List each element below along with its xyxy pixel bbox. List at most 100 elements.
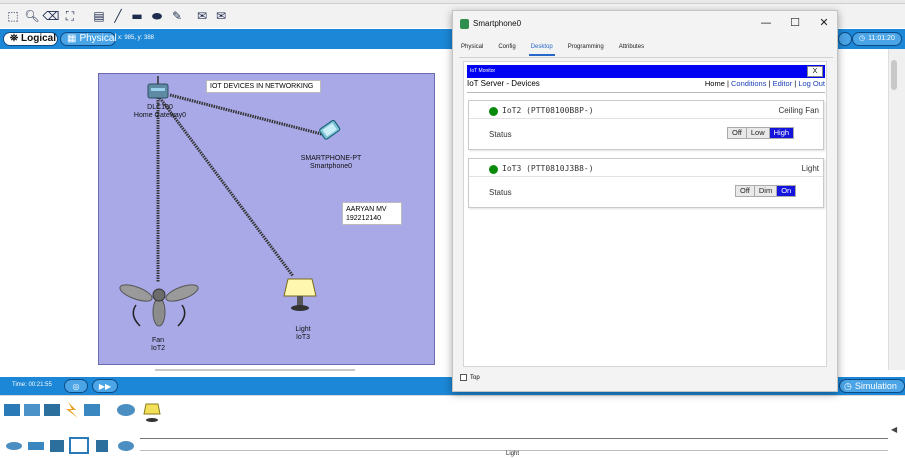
iot-monitor-titlebar: IoT Monitor X	[467, 65, 825, 78]
device-type: Ceiling Fan	[778, 106, 819, 115]
end-devices-icon[interactable]	[24, 404, 40, 416]
note-icon[interactable]: ▤	[92, 10, 106, 22]
iot-monitor-title: IoT Monitor	[470, 68, 496, 74]
nav-logout[interactable]: Log Out	[798, 79, 825, 88]
tab-divider	[459, 57, 833, 58]
network-devices-icon[interactable]	[4, 404, 20, 416]
draw-line-icon[interactable]: ╱	[111, 10, 125, 22]
top-checkbox[interactable]: Top	[460, 374, 480, 381]
physical-icon: ▦	[67, 33, 77, 44]
tab-attributes[interactable]: Attributes	[617, 44, 646, 56]
wan-emulation-icon[interactable]	[118, 441, 134, 451]
sim-time: Time: 00:21:55	[12, 382, 52, 388]
online-status-dot	[489, 165, 498, 174]
clock-icon: ◷	[859, 35, 866, 42]
fast-forward-icon: ▶▶	[98, 381, 112, 391]
smartphone-window: Smartphone0 — ☐ ✕ Physical Config Deskto…	[452, 10, 838, 392]
components-icon[interactable]	[44, 404, 60, 416]
note-author[interactable]: AARYAN MV 192212140	[342, 202, 402, 225]
window-tabs: Physical Config Desktop Programming Attr…	[459, 44, 646, 56]
scrollbar-thumb[interactable]	[891, 60, 897, 90]
stopwatch-icon: ◷	[844, 380, 852, 391]
multiuser-icon[interactable]	[117, 404, 135, 416]
device-card-light[interactable]: IoT3 (PTT0810J3B8-) Light Status Off Dim…	[468, 158, 824, 208]
iot-close-button[interactable]: X	[807, 66, 823, 77]
maximize-button[interactable]: ☐	[787, 16, 803, 30]
iot-header-title: IoT Server - Devices	[467, 79, 540, 88]
light-on-button[interactable]: On	[777, 186, 796, 196]
cursor-coordinates: x: 985, y: 388	[118, 35, 155, 41]
complex-pdu-icon[interactable]: ✉	[214, 10, 228, 22]
device-category-icons	[4, 402, 161, 454]
light-state-selector: Off Dim On	[735, 185, 797, 197]
light-off-button[interactable]: Off	[736, 186, 755, 196]
select-icon[interactable]: ⬚	[6, 10, 20, 22]
status-label: Status	[489, 130, 512, 139]
iot-header: IoT Server - Devices Home | Conditions |…	[467, 79, 825, 91]
freeform-icon[interactable]: ✎	[170, 10, 184, 22]
tab-physical[interactable]: ▦ Physical	[60, 32, 117, 46]
palette-selected-label: Light	[506, 451, 520, 457]
security-icon[interactable]	[96, 440, 108, 452]
ellipse-icon[interactable]: ⬬	[150, 10, 164, 22]
connections-icon[interactable]	[66, 402, 78, 418]
simulation-mode-button[interactable]: ◷ Simulation	[839, 379, 905, 393]
nav-conditions[interactable]: Conditions	[731, 79, 766, 88]
reset-icon: ◎	[72, 381, 80, 391]
scroll-left-icon[interactable]: ◀	[891, 425, 897, 434]
online-status-dot	[489, 107, 498, 116]
light-dim-button[interactable]: Dim	[754, 186, 778, 196]
hub-icon[interactable]	[50, 440, 64, 452]
router-icon[interactable]	[6, 442, 22, 450]
fast-forward-button[interactable]: ▶▶	[92, 379, 118, 393]
device-name: IoT2 (PTT08100B8P-)	[502, 106, 594, 115]
fan-high-button[interactable]: High	[769, 128, 794, 138]
device-type: Light	[801, 164, 819, 173]
note-title[interactable]: IOT DEVICES IN NETWORKING	[206, 80, 321, 93]
close-button[interactable]: ✕	[816, 16, 832, 30]
tab-programming[interactable]: Programming	[566, 44, 606, 56]
tab-config[interactable]: Config	[496, 44, 517, 56]
header-divider	[467, 92, 825, 93]
tab-logical[interactable]: ⛯ Logical	[3, 32, 58, 46]
iot-monitor-panel: IoT Monitor X IoT Server - Devices Home …	[463, 61, 827, 367]
card-divider	[469, 118, 823, 119]
pdu-icon[interactable]: ✉	[195, 10, 209, 22]
tab-physical-config[interactable]: Physical	[459, 44, 485, 56]
palette-light-icon[interactable]	[143, 403, 161, 415]
top-checkbox-label: Top	[470, 374, 480, 381]
vertical-scrollbar[interactable]	[888, 49, 905, 370]
palette-divider	[140, 438, 888, 439]
horizontal-scrollbar[interactable]	[155, 369, 355, 371]
resize-icon[interactable]: ⛶	[63, 10, 77, 22]
inspect-icon[interactable]: 🔍︎	[24, 10, 39, 22]
minimize-button[interactable]: —	[758, 16, 774, 30]
card-divider	[469, 176, 823, 177]
window-title: Smartphone0	[473, 19, 522, 28]
rectangle-icon[interactable]: ▬	[130, 10, 144, 22]
fan-label: Fan IoT2	[150, 337, 165, 352]
logical-icon: ⛯	[10, 33, 18, 44]
iot-nav: Home | Conditions | Editor | Log Out	[704, 79, 825, 88]
realtime-clock[interactable]: ◷ 11:01:20	[852, 32, 902, 46]
nav-home[interactable]: Home	[705, 79, 725, 88]
device-name: IoT3 (PTT0810J3B8-)	[502, 164, 594, 173]
misc-icon[interactable]	[84, 404, 100, 416]
tab-desktop[interactable]: Desktop	[528, 44, 555, 56]
switch-icon[interactable]	[28, 442, 44, 450]
app-icon	[460, 19, 469, 29]
light-label: Light IoT3	[295, 326, 311, 341]
fan-low-button[interactable]: Low	[746, 128, 770, 138]
fan-off-button[interactable]: Off	[728, 128, 747, 138]
nav-editor[interactable]: Editor	[773, 79, 793, 88]
power-cycle-button[interactable]: ◎	[64, 379, 88, 393]
checkbox-box[interactable]	[460, 374, 467, 381]
device-card-fan[interactable]: IoT2 (PTT08100B8P-) Ceiling Fan Status O…	[468, 100, 824, 150]
smartphone-label: SMARTPHONE-PT Smartphone0	[300, 155, 362, 170]
wireless-icon[interactable]	[69, 437, 89, 454]
viewport-icon[interactable]	[838, 32, 852, 46]
fan-state-selector: Off Low High	[727, 127, 795, 139]
status-label: Status	[489, 188, 512, 197]
delete-icon[interactable]: ⌫	[43, 10, 60, 22]
gateway-label: DLC100 Home Gateway0	[133, 104, 187, 119]
